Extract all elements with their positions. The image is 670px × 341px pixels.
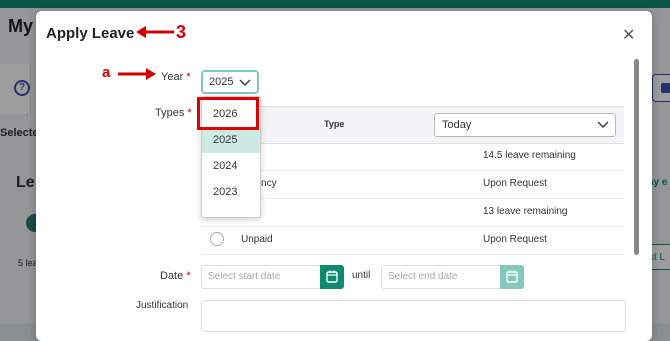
types-required-marker: * <box>187 107 192 119</box>
year-option-selected[interactable]: 2025 <box>202 127 260 153</box>
year-select[interactable]: 2025 <box>201 70 259 94</box>
radio-unpaid[interactable] <box>210 232 224 246</box>
leave-type-row-unpaid[interactable]: Unpaid Upon Request <box>201 226 624 255</box>
modal-title: Apply Leave <box>46 25 135 42</box>
calendar-icon <box>326 270 338 283</box>
types-label: Types * <box>155 107 192 119</box>
year-label: Year * <box>161 71 191 83</box>
apply-leave-modal: Apply Leave 3 ✕ a Year * 2025 Types * Ty… <box>36 11 652 341</box>
start-date-calendar-button[interactable] <box>320 265 344 289</box>
leave-type-row-emergency[interactable]: ergency Upon Request <box>201 170 624 199</box>
annotation-arrow-title <box>136 26 174 38</box>
justification-label: Justification <box>136 300 189 311</box>
modal-scrollbar[interactable] <box>634 59 639 255</box>
period-select-value: Today <box>442 119 472 131</box>
start-date-input[interactable]: Select start date <box>201 265 321 289</box>
year-option[interactable]: 2023 <box>202 179 260 205</box>
leave-availability: Upon Request <box>483 178 547 189</box>
justification-input[interactable] <box>201 300 626 332</box>
period-select[interactable]: Today <box>434 113 616 137</box>
close-icon[interactable]: ✕ <box>622 25 635 45</box>
leave-type-name: Unpaid <box>241 234 273 245</box>
type-column-header: Type <box>324 119 345 129</box>
annotation-marker-year: a <box>102 64 111 81</box>
leave-type-row-medical[interactable]: dical 13 leave remaining <box>201 198 624 227</box>
year-label-text: Year <box>161 71 184 83</box>
date-label-text: Date <box>160 270 184 282</box>
annotation-marker-title: 3 <box>176 22 187 42</box>
leave-type-row-annual[interactable]: ual 14.5 leave remaining <box>201 142 624 171</box>
annotation-arrow-year <box>118 68 156 80</box>
date-required-marker: * <box>186 270 191 282</box>
calendar-icon <box>506 270 518 283</box>
year-required-marker: * <box>186 71 191 83</box>
leave-availability: 14.5 leave remaining <box>483 150 576 161</box>
leave-availability: Upon Request <box>483 234 547 245</box>
leave-availability: 13 leave remaining <box>483 206 568 217</box>
annotation-highlight-box <box>197 97 259 130</box>
types-label-text: Types <box>155 107 185 119</box>
year-select-value: 2025 <box>209 76 234 88</box>
end-date-calendar-button[interactable] <box>500 265 524 289</box>
table-header: Type Today <box>201 106 624 144</box>
date-label: Date * <box>160 270 191 282</box>
chevron-down-icon <box>239 79 251 87</box>
until-label: until <box>352 270 371 281</box>
year-option[interactable]: 2024 <box>202 153 260 179</box>
chevron-down-icon <box>597 121 609 129</box>
end-date-input[interactable]: Select end date <box>381 265 501 289</box>
